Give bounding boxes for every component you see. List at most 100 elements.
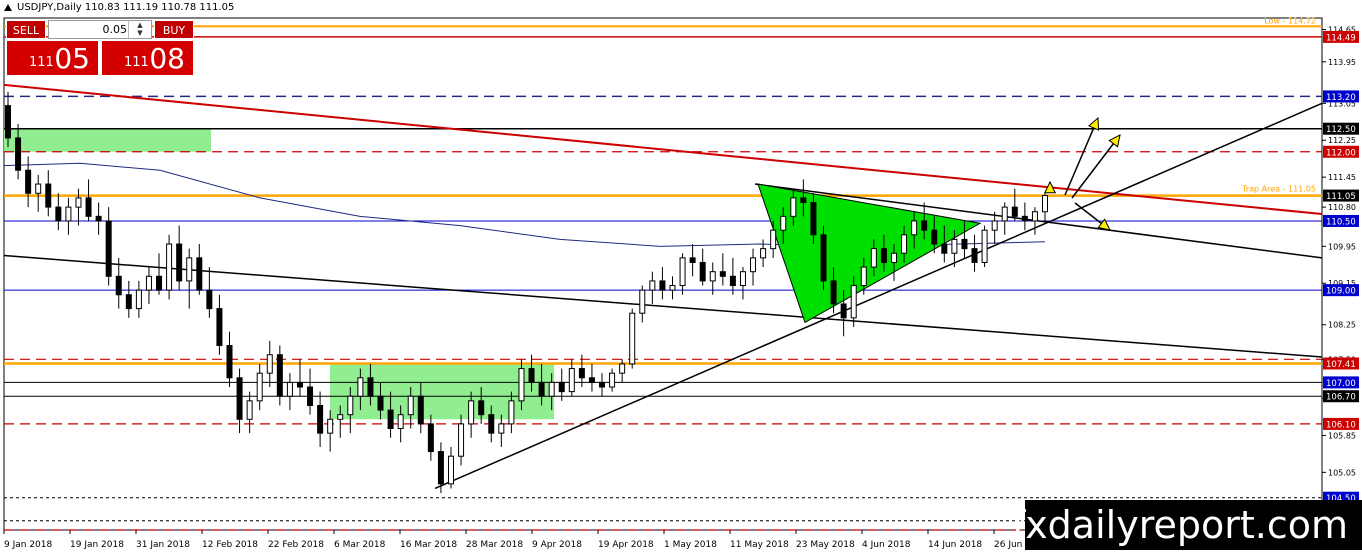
- y-tick-label: 110.80: [1328, 203, 1356, 212]
- x-tick-label: 19 Jan 2018: [70, 540, 124, 550]
- candle-body: [890, 252, 897, 263]
- x-tick-label: 9 Apr 2018: [532, 540, 582, 550]
- candle-body: [246, 400, 253, 420]
- lot-size-input[interactable]: 0.05 ▲ ▼: [48, 20, 152, 39]
- candle-body: [236, 377, 243, 420]
- candle-body: [719, 271, 726, 277]
- sell-price-button[interactable]: 111 05: [6, 40, 99, 76]
- buy-price-button[interactable]: 111 08: [101, 40, 194, 76]
- candle-body: [739, 271, 746, 287]
- y-tick-label: 109.95: [1328, 242, 1356, 251]
- candle-body: [840, 303, 847, 319]
- candle-body: [166, 243, 173, 291]
- x-tick-label: 19 Apr 2018: [598, 540, 654, 550]
- candle-body: [105, 220, 112, 277]
- candle-body: [1031, 211, 1038, 222]
- x-tick-label: 16 Mar 2018: [400, 540, 457, 550]
- candle-body: [337, 414, 344, 420]
- candle: [629, 308, 636, 369]
- candle-body: [760, 248, 767, 259]
- candle-body: [276, 354, 283, 397]
- candle-body: [931, 229, 938, 245]
- price-chart: 114.65113.95113.05112.25111.45110.80109.…: [3, 16, 1362, 550]
- candle-body: [1042, 195, 1048, 213]
- candle-body: [115, 275, 122, 296]
- candle-body: [870, 248, 877, 268]
- candle-body: [1021, 215, 1028, 222]
- one-click-trading-panel: SELL 0.05 ▲ ▼ BUY 111 05 111 08: [6, 20, 194, 76]
- sell-price-handle: 111: [29, 55, 54, 70]
- price-tag-label: 110.50: [1326, 217, 1356, 227]
- price-tag-label: 106.10: [1326, 420, 1356, 430]
- candle-body: [196, 257, 203, 291]
- x-tick-label: 4 Jun 2018: [862, 540, 911, 550]
- candle-body: [5, 105, 11, 139]
- candle-body: [55, 206, 62, 222]
- candle-body: [367, 377, 374, 397]
- candle-body: [377, 395, 384, 411]
- supply-zone: [4, 128, 211, 152]
- candle-body: [216, 308, 223, 346]
- candle-body: [437, 451, 444, 485]
- candle-body: [145, 275, 152, 291]
- candle-body: [417, 395, 424, 425]
- chart-area: 114.65 113.95 113.05 112.25 111.45 110.80 109.…: [0, 0, 1362, 554]
- candle-body: [951, 238, 958, 254]
- candle-body: [447, 455, 454, 485]
- candle-body: [35, 183, 42, 194]
- candle-body: [558, 381, 565, 393]
- price-tag-label: 114.49: [1326, 33, 1356, 43]
- sell-button[interactable]: SELL: [6, 20, 46, 39]
- candle-body: [1001, 206, 1008, 222]
- candle-body: [810, 202, 817, 236]
- candle-body: [689, 257, 696, 263]
- price-tag-label: 109.00: [1326, 287, 1356, 297]
- y-tick-label: 108.25: [1328, 321, 1356, 330]
- x-tick-label: 12 Feb 2018: [202, 540, 258, 550]
- candle-body: [729, 275, 736, 287]
- candle-body: [45, 183, 52, 208]
- x-tick-label: 1 May 2018: [664, 540, 717, 550]
- candle-body: [860, 266, 867, 287]
- candle-body: [609, 372, 616, 388]
- candle-body: [186, 257, 193, 282]
- candle-body: [286, 381, 293, 397]
- candle-body: [498, 423, 505, 434]
- candle-body: [850, 285, 857, 319]
- candle-body: [307, 386, 314, 406]
- candle-body: [407, 395, 414, 416]
- candle-body: [901, 234, 908, 254]
- candle-body: [649, 280, 656, 291]
- candle-body: [15, 137, 22, 171]
- candle-body: [478, 400, 485, 416]
- lot-stepper-icon[interactable]: ▲ ▼: [128, 21, 151, 38]
- candle-body: [699, 261, 706, 282]
- candle-body: [911, 220, 918, 236]
- symbol-ohlc-label: USDJPY,Daily 110.83 111.19 110.78 111.05: [17, 2, 235, 13]
- candle-body: [599, 381, 606, 388]
- candle-body: [629, 312, 636, 365]
- candle-body: [468, 400, 475, 425]
- candle-body: [458, 423, 465, 457]
- price-tag-label: 107.00: [1326, 379, 1356, 389]
- price-tag-label: 111.05: [1326, 192, 1356, 202]
- candle-body: [427, 423, 434, 453]
- annotation-label: Trap Area - 111.05: [1241, 185, 1316, 194]
- buy-button[interactable]: BUY: [154, 20, 194, 39]
- x-tick-label: 6 Mar 2018: [334, 540, 386, 550]
- candle: [166, 234, 173, 300]
- candle-body: [206, 289, 213, 310]
- x-tick-label: 11 May 2018: [730, 540, 789, 550]
- candle-body: [266, 354, 273, 374]
- candle-body: [961, 238, 968, 250]
- watermark: fxdailyreport.com: [1011, 503, 1348, 547]
- candle-body: [347, 395, 354, 416]
- candle-body: [397, 414, 404, 430]
- price-tag-label: 107.41: [1326, 360, 1356, 370]
- candle-body: [508, 400, 515, 425]
- candle-body: [256, 372, 263, 402]
- candle-body: [25, 169, 32, 194]
- price-tag-label: 112.00: [1326, 148, 1356, 158]
- candle-body: [176, 243, 183, 282]
- candle: [981, 225, 988, 268]
